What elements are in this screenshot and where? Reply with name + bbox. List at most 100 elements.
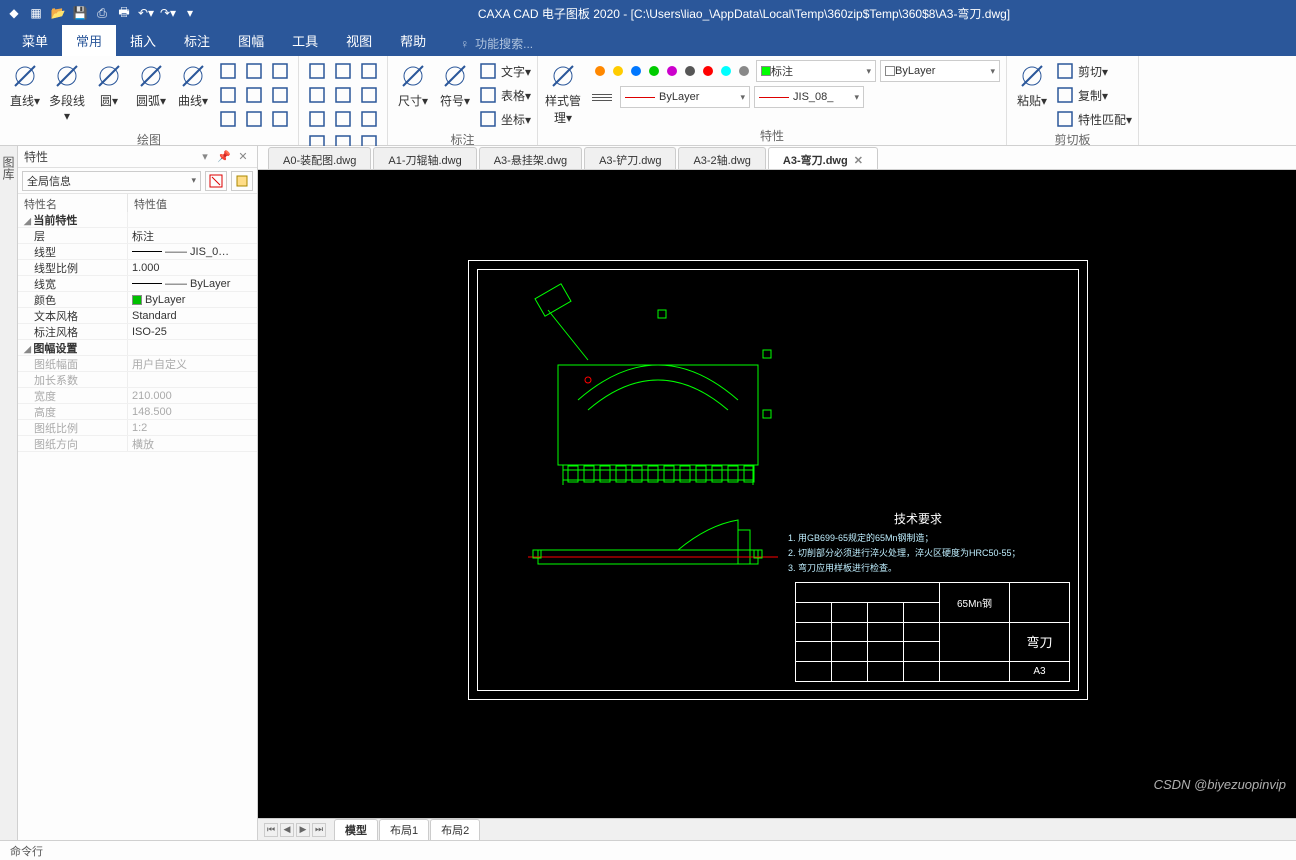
tool-表格[interactable]: 表格▾ <box>478 84 531 106</box>
qat-more-icon[interactable]: ▾ <box>182 5 198 21</box>
tool-直线[interactable]: 直线▾ <box>6 60 44 109</box>
small-tool-0-4[interactable] <box>242 84 266 106</box>
prop-row-图纸比例[interactable]: 图纸比例1:2 <box>18 420 257 436</box>
layer-icon-7[interactable] <box>718 63 734 79</box>
doc-tab[interactable]: A0-装配图.dwg <box>268 147 371 169</box>
doc-tab[interactable]: A3-弯刀.dwg✕ <box>768 147 878 169</box>
tool-多段线[interactable]: 多段线▾ <box>48 60 86 123</box>
small-tool-1-5[interactable] <box>357 84 381 106</box>
small-tool-0-3[interactable] <box>216 84 240 106</box>
small-tool-0-1[interactable] <box>242 60 266 82</box>
filter-icon[interactable] <box>231 171 253 191</box>
prop-row-线型[interactable]: 线型—— JIS_0… <box>18 244 257 260</box>
doc-tab[interactable]: A1-刀辊轴.dwg <box>373 147 476 169</box>
combo-ByLayer[interactable]: ByLayer▾ <box>880 60 1000 82</box>
small-tool-1-3[interactable] <box>305 84 329 106</box>
combo-ByLayer[interactable]: ByLayer▾ <box>620 86 750 108</box>
layer-icon-5[interactable] <box>682 63 698 79</box>
small-tool-1-1[interactable] <box>331 60 355 82</box>
prop-row-标注风格[interactable]: 标注风格ISO-25 <box>18 324 257 340</box>
layer-icon-0[interactable] <box>592 63 608 79</box>
print-icon[interactable]: 🖶 <box>116 5 132 21</box>
layer-icon-8[interactable] <box>736 63 752 79</box>
prop-row-颜色[interactable]: 颜色ByLayer <box>18 292 257 308</box>
combo-标注[interactable]: 标注▾ <box>756 60 876 82</box>
tool-坐标[interactable]: 坐标▾ <box>478 108 531 130</box>
layer-icon-4[interactable] <box>664 63 680 79</box>
undo-icon[interactable]: ↶▾ <box>138 5 154 21</box>
open-icon[interactable]: 📂 <box>50 5 66 21</box>
layout-tab-布局2[interactable]: 布局2 <box>430 819 480 840</box>
prop-row-线型比例[interactable]: 线型比例1.000 <box>18 260 257 276</box>
doc-tab[interactable]: A3-2轴.dwg <box>678 147 765 169</box>
dropdown-icon[interactable]: ▾ <box>197 149 213 165</box>
tool-复制[interactable]: 复制▾ <box>1055 84 1132 106</box>
nav-icon[interactable]: ⏭ <box>312 823 326 837</box>
menu-常用[interactable]: 常用 <box>62 25 116 56</box>
tool-尺寸[interactable]: 尺寸▾ <box>394 60 432 109</box>
prop-row-高度[interactable]: 高度148.500 <box>18 404 257 420</box>
layout-tab-布局1[interactable]: 布局1 <box>379 819 429 840</box>
save-icon[interactable]: 💾 <box>72 5 88 21</box>
drawing-canvas[interactable]: 技术要求 1. 用GB699-65规定的65Mn钢制造； 2. 切削部分必须进行… <box>258 170 1296 818</box>
tool-特性匹配[interactable]: 特性匹配▾ <box>1055 108 1132 130</box>
object-type-select[interactable]: 全局信息▾ <box>22 171 201 191</box>
prop-row-层[interactable]: 层标注 <box>18 228 257 244</box>
doc-tab[interactable]: A3-悬挂架.dwg <box>479 147 582 169</box>
small-tool-0-0[interactable] <box>216 60 240 82</box>
prop-row-图纸幅面[interactable]: 图纸幅面用户自定义 <box>18 356 257 372</box>
small-tool-0-5[interactable] <box>268 84 292 106</box>
combo-JIS_08_[interactable]: JIS_08_▾ <box>754 86 864 108</box>
close-tab-icon[interactable]: ✕ <box>854 154 863 167</box>
tool-圆弧[interactable]: 圆弧▾ <box>132 60 170 109</box>
tool-剪切[interactable]: 剪切▾ <box>1055 60 1132 82</box>
close-icon[interactable]: ✕ <box>235 149 251 165</box>
doc-tab[interactable]: A3-铲刀.dwg <box>584 147 676 169</box>
small-tool-1-2[interactable] <box>357 60 381 82</box>
tool-符号[interactable]: 符号▾ <box>436 60 474 109</box>
redo-icon[interactable]: ↷▾ <box>160 5 176 21</box>
small-tool-0-2[interactable] <box>268 60 292 82</box>
pin-icon[interactable]: 📌 <box>216 149 232 165</box>
small-tool-1-7[interactable] <box>331 108 355 130</box>
quick-select-icon[interactable] <box>205 171 227 191</box>
menu-帮助[interactable]: 帮助 <box>386 25 440 56</box>
small-tool-0-7[interactable] <box>242 108 266 130</box>
menu-图幅[interactable]: 图幅 <box>224 25 278 56</box>
small-tool-1-4[interactable] <box>331 84 355 106</box>
prop-row-加长系数[interactable]: 加长系数 <box>18 372 257 388</box>
prop-row-图纸方向[interactable]: 图纸方向横放 <box>18 436 257 452</box>
prop-row-宽度[interactable]: 宽度210.000 <box>18 388 257 404</box>
layout-tab-模型[interactable]: 模型 <box>334 819 378 840</box>
small-tool-1-0[interactable] <box>305 60 329 82</box>
tool-粘贴[interactable]: 粘贴▾ <box>1013 60 1051 109</box>
nav-icon[interactable]: ◀ <box>280 823 294 837</box>
menu-视图[interactable]: 视图 <box>332 25 386 56</box>
prop-row-线宽[interactable]: 线宽—— ByLayer <box>18 276 257 292</box>
layer-icon-6[interactable] <box>700 63 716 79</box>
saveall-icon[interactable]: ⎙ <box>94 5 110 21</box>
small-tool-1-6[interactable] <box>305 108 329 130</box>
layer-icon-2[interactable] <box>628 63 644 79</box>
tool-圆[interactable]: 圆▾ <box>90 60 128 109</box>
menu-插入[interactable]: 插入 <box>116 25 170 56</box>
sidebar-tab-library[interactable]: 图库 <box>0 146 18 840</box>
menu-菜单[interactable]: 菜单 <box>8 25 62 56</box>
tool-文字[interactable]: 文字▾ <box>478 60 531 82</box>
layer-icon-3[interactable] <box>646 63 662 79</box>
prop-row-文本风格[interactable]: 文本风格Standard <box>18 308 257 324</box>
small-tool-0-8[interactable] <box>268 108 292 130</box>
menu-标注[interactable]: 标注 <box>170 25 224 56</box>
command-line-label[interactable]: 命令行 <box>10 843 43 859</box>
tool-样式管理[interactable]: 样式管理▾ <box>544 60 582 126</box>
app-icon[interactable]: ◆ <box>6 5 22 21</box>
nav-icon[interactable]: ⏮ <box>264 823 278 837</box>
new-icon[interactable]: ▦ <box>28 5 44 21</box>
tool-曲线[interactable]: 曲线▾ <box>174 60 212 109</box>
small-tool-1-8[interactable] <box>357 108 381 130</box>
nav-icon[interactable]: ▶ <box>296 823 310 837</box>
layer-icon-1[interactable] <box>610 63 626 79</box>
ribbon-search[interactable]: ♀功能搜索... <box>460 35 533 56</box>
menu-工具[interactable]: 工具 <box>278 25 332 56</box>
small-tool-0-6[interactable] <box>216 108 240 130</box>
